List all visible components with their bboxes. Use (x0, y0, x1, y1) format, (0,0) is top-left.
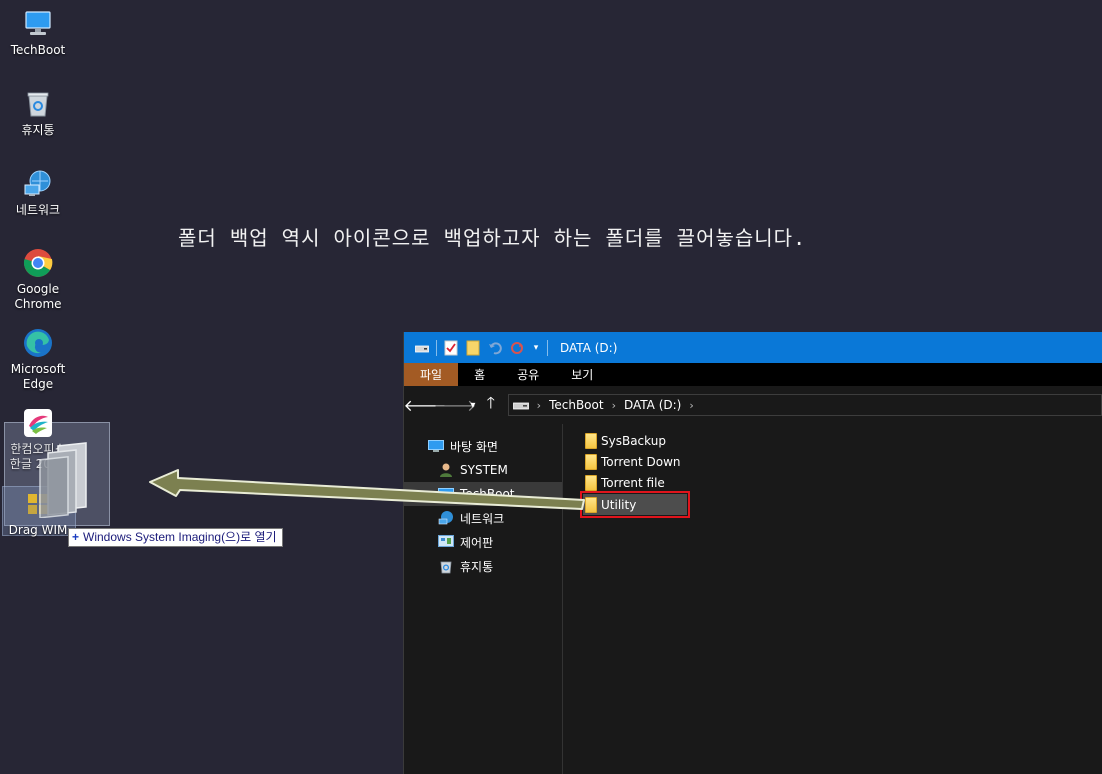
folder-icon (585, 453, 597, 470)
list-item-torrent-file[interactable]: Torrent file (583, 472, 687, 493)
ribbon-tabs: 파일 홈 공유 보기 (404, 363, 1102, 386)
desktop-icon-label: 휴지통 (21, 123, 55, 137)
chrome-icon (22, 247, 54, 279)
desktop-icon-label: Microsoft Edge (10, 362, 66, 391)
computer-icon (438, 486, 454, 502)
window-title: DATA (D:) (560, 340, 618, 355)
tab-file[interactable]: 파일 (404, 363, 459, 386)
breadcrumb-chevron-icon[interactable]: › (537, 399, 541, 412)
desktop-icon-label: Google Chrome (14, 282, 62, 311)
drive-icon (414, 340, 430, 356)
hancom-icon (22, 407, 54, 439)
desktop-icon-recycle-bin[interactable]: 휴지통 (2, 88, 74, 138)
sidebar-item-network[interactable]: 네트워크 (404, 506, 562, 530)
explorer-body: 바탕 화면 SYSTEM TechBoot 네트워크 제어판 휴지통 SysBa… (404, 424, 1102, 774)
forward-arrow-icon[interactable]: 🡒 (434, 394, 477, 416)
chevron-down-icon[interactable]: ▾ (531, 340, 541, 356)
folder-icon (585, 432, 597, 449)
folder-icon (585, 496, 597, 513)
recycle-bin-icon (22, 88, 54, 120)
sidebar-item-desktop[interactable]: 바탕 화면 (404, 434, 562, 458)
sidebar-item-techboot[interactable]: TechBoot (404, 482, 562, 506)
new-folder-icon[interactable] (465, 340, 481, 356)
tab-home[interactable]: 홈 (458, 363, 501, 386)
drag-tooltip: + Windows System Imaging(으)로 열기 (68, 528, 283, 547)
address-bar[interactable]: › TechBoot › DATA (D:) › (507, 394, 1102, 416)
address-bar-row: 🡐 🡒 ▾ 🡑 › TechBoot › DATA (D:) › (404, 386, 1102, 424)
explorer-window: ▾ DATA (D:) 파일 홈 공유 보기 🡐 🡒 ▾ 🡑 › TechBoo… (403, 332, 1102, 774)
folder-icon (585, 474, 597, 491)
tab-view[interactable]: 보기 (555, 363, 609, 386)
network-icon (22, 168, 54, 200)
toolbar-separator (436, 339, 437, 356)
list-item-sysbackup[interactable]: SysBackup (583, 430, 687, 451)
breadcrumb-techboot[interactable]: TechBoot (549, 398, 604, 412)
network-icon (438, 510, 454, 526)
sidebar-item-recycle-bin[interactable]: 휴지통 (404, 554, 562, 578)
recycle-bin-icon (438, 558, 454, 574)
redo-icon[interactable] (509, 340, 525, 356)
sidebar-item-control-panel[interactable]: 제어판 (404, 530, 562, 554)
computer-icon (22, 8, 54, 40)
properties-icon[interactable] (443, 340, 459, 356)
desktop-icon-label: TechBoot (10, 43, 66, 57)
navigation-pane: 바탕 화면 SYSTEM TechBoot 네트워크 제어판 휴지통 (404, 424, 563, 774)
toolbar-separator (547, 339, 548, 356)
desktop-icon (428, 438, 444, 454)
plus-icon: + (72, 530, 80, 544)
desktop-icon-label: 네트워크 (15, 203, 61, 217)
list-item-torrent-down[interactable]: Torrent Down (583, 451, 687, 472)
sidebar-item-system[interactable]: SYSTEM (404, 458, 562, 482)
edge-icon (22, 327, 54, 359)
desktop-icon-label: Drag WIM (8, 523, 68, 537)
desktop-icon-edge[interactable]: Microsoft Edge (2, 327, 74, 392)
user-icon (438, 462, 454, 478)
title-bar[interactable]: ▾ DATA (D:) (404, 332, 1102, 363)
control-panel-icon (438, 534, 454, 550)
breadcrumb-data-drive[interactable]: DATA (D:) (624, 398, 681, 412)
breadcrumb-chevron-icon[interactable]: › (689, 399, 693, 412)
recent-chevron-icon[interactable]: ▾ (466, 394, 480, 416)
undo-icon[interactable] (487, 340, 503, 356)
file-list: SysBackup Torrent Down Torrent file Util… (563, 424, 1102, 774)
tab-share[interactable]: 공유 (501, 363, 555, 386)
breadcrumb-chevron-icon[interactable]: › (612, 399, 616, 412)
desktop-icon-network[interactable]: 네트워크 (2, 168, 74, 218)
desktop-icon-chrome[interactable]: Google Chrome (2, 247, 74, 312)
list-item-utility[interactable]: Utility (580, 491, 690, 518)
dragged-folder-icon (39, 442, 87, 518)
up-arrow-icon[interactable]: 🡑 (480, 393, 502, 416)
desktop-icon-techboot[interactable]: TechBoot (2, 8, 74, 58)
instruction-caption: 폴더 백업 역시 아이콘으로 백업하고자 하는 폴더를 끌어놓습니다. (178, 226, 807, 250)
drive-icon (512, 400, 529, 410)
